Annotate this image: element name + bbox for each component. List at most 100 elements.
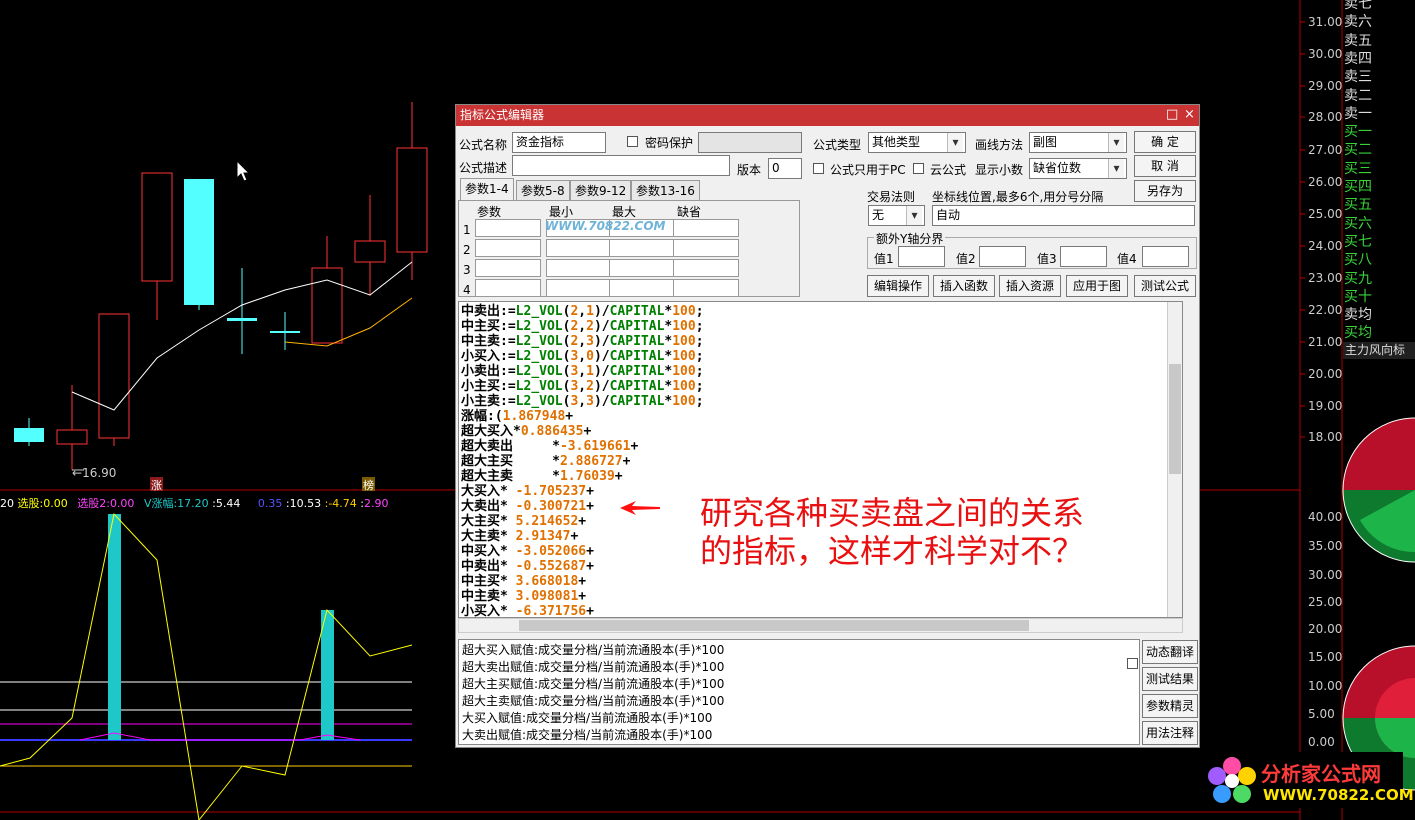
candle[interactable] bbox=[396, 147, 428, 253]
candle[interactable] bbox=[56, 429, 88, 445]
pwd-input[interactable] bbox=[698, 132, 802, 153]
code-hscrollbar[interactable] bbox=[458, 618, 1183, 633]
code-vscrollbar[interactable] bbox=[1167, 302, 1182, 617]
pc-only-checkbox[interactable] bbox=[813, 163, 824, 174]
pwd-checkbox[interactable] bbox=[627, 136, 638, 147]
tab-main-force[interactable]: 主力风向标 bbox=[1343, 342, 1415, 359]
param-cell[interactable] bbox=[546, 239, 612, 257]
indicator-tick: 10.00 bbox=[1308, 679, 1343, 693]
indicator-tick: 30.00 bbox=[1308, 568, 1343, 582]
param-cell[interactable] bbox=[673, 259, 739, 277]
code-line: 涨幅:(1.867948+ bbox=[461, 409, 574, 424]
param-cell[interactable] bbox=[475, 259, 541, 277]
price-tick: 26.00 bbox=[1308, 175, 1343, 189]
indicator-title-bar: 20 选股:0.00 选股2:0.00 V涨幅:17.20 :5.44 0.35… bbox=[0, 495, 389, 511]
candle[interactable] bbox=[184, 179, 214, 305]
indicator-line-yellow bbox=[0, 512, 413, 820]
type-label: 公式类型 bbox=[813, 138, 862, 152]
param-cell[interactable] bbox=[673, 279, 739, 297]
cloud-checkbox[interactable] bbox=[913, 163, 924, 174]
tab-params-5-8[interactable]: 参数5-8 bbox=[516, 180, 570, 200]
red-arrow-icon bbox=[620, 501, 660, 515]
param-wizard-button[interactable]: 参数精灵 bbox=[1142, 694, 1198, 718]
candle[interactable] bbox=[141, 172, 173, 282]
val4-input[interactable] bbox=[1142, 246, 1189, 267]
param-cell[interactable] bbox=[609, 259, 675, 277]
trade-select[interactable]: 无 bbox=[868, 205, 925, 226]
zhang-badge[interactable]: 涨 bbox=[150, 477, 163, 492]
version-input[interactable]: 0 bbox=[768, 158, 802, 179]
indicator-bar[interactable] bbox=[108, 514, 121, 740]
code-line: 大主买* 5.214652+ bbox=[461, 514, 587, 529]
order-level-label: 卖一 bbox=[1344, 105, 1372, 122]
dialog-title-bar[interactable]: 指标公式编辑器 bbox=[456, 105, 1199, 126]
price-tick: 19.00 bbox=[1308, 399, 1343, 413]
val2-input[interactable] bbox=[979, 246, 1026, 267]
price-tick: 25.00 bbox=[1308, 207, 1343, 221]
param-header: 缺省 bbox=[677, 205, 702, 219]
price-tick: 28.00 bbox=[1308, 110, 1343, 124]
ind-value-5: :-4.74 bbox=[324, 497, 357, 510]
tab-params-1-4[interactable]: 参数1-4 bbox=[460, 178, 514, 200]
draw-select[interactable]: 副图 bbox=[1029, 132, 1127, 153]
bang-badge[interactable]: 榜 bbox=[362, 477, 375, 492]
candle[interactable] bbox=[311, 267, 343, 344]
decimals-select[interactable]: 缺省位数 bbox=[1029, 158, 1127, 179]
apply-chart-button[interactable]: 应用于图 bbox=[1066, 275, 1128, 297]
param-cell[interactable] bbox=[609, 279, 675, 297]
name-input[interactable]: 资金指标 bbox=[512, 132, 606, 153]
type-select[interactable]: 其他类型 bbox=[868, 132, 966, 153]
param-cell[interactable] bbox=[546, 259, 612, 277]
axis-input[interactable]: 自动 bbox=[932, 205, 1195, 226]
indicator-tick: 25.00 bbox=[1308, 595, 1343, 609]
code-line: 小卖出:=L2_VOL(3,1)/CAPITAL*100; bbox=[461, 364, 704, 379]
ok-button[interactable]: 确 定 bbox=[1134, 131, 1196, 153]
code-line: 中主买* 3.668018+ bbox=[461, 574, 587, 589]
candle[interactable] bbox=[354, 240, 386, 263]
code-editor[interactable]: 中卖出:=L2_VOL(2,1)/CAPITAL*100; 中主买:=L2_VOL… bbox=[458, 301, 1183, 618]
edit-ops-button[interactable]: 编辑操作 bbox=[867, 275, 929, 297]
xuangu-label: 选股: bbox=[17, 497, 44, 510]
pc-only-label: 公式只用于PC bbox=[830, 163, 906, 177]
tab-params-9-12[interactable]: 参数9-12 bbox=[570, 180, 632, 200]
param-cell[interactable] bbox=[673, 239, 739, 257]
site-logo: 分析家公式网 WWW.70822.COM bbox=[1203, 752, 1414, 808]
formula-editor-dialog: 指标公式编辑器 □ × 公式名称 资金指标 密码保护 公式类型 其他类型 画线方… bbox=[455, 104, 1200, 748]
insert-res-button[interactable]: 插入资源 bbox=[999, 275, 1061, 297]
param-cell[interactable] bbox=[673, 219, 739, 237]
close-icon[interactable]: × bbox=[1184, 107, 1195, 123]
val1-input[interactable] bbox=[898, 246, 945, 267]
money-flow-pie-top bbox=[1342, 417, 1415, 563]
val3-input[interactable] bbox=[1060, 246, 1107, 267]
candle[interactable] bbox=[98, 313, 130, 439]
maximize-icon[interactable]: □ bbox=[1166, 107, 1178, 123]
param-cell[interactable] bbox=[475, 219, 541, 237]
code-line: 大卖出* -0.300721+ bbox=[461, 499, 594, 514]
code-line: 小主买:=L2_VOL(3,2)/CAPITAL*100; bbox=[461, 379, 704, 394]
test-result-button[interactable]: 测试结果 bbox=[1142, 667, 1198, 691]
param-cell[interactable] bbox=[546, 279, 612, 297]
val3-label: 值3 bbox=[1037, 252, 1057, 266]
param-cell[interactable] bbox=[475, 239, 541, 257]
order-level-label: 买七 bbox=[1344, 233, 1372, 250]
low-price-label: ←16.90 bbox=[72, 466, 117, 480]
test-formula-button[interactable]: 测试公式 bbox=[1134, 275, 1196, 297]
code-line: 中卖出* -0.552687+ bbox=[461, 559, 594, 574]
dynamic-translate-button[interactable]: 动态翻译 bbox=[1142, 640, 1198, 664]
usage-notes-button[interactable]: 用法注释 bbox=[1142, 721, 1198, 745]
scroll-thumb[interactable] bbox=[1169, 364, 1181, 474]
price-tick: 20.00 bbox=[1308, 367, 1343, 381]
saveas-button[interactable]: 另存为 bbox=[1134, 180, 1196, 202]
code-line: 小主卖:=L2_VOL(3,3)/CAPITAL*100; bbox=[461, 394, 704, 409]
indicator-bar[interactable] bbox=[321, 610, 334, 740]
logo-url: WWW.70822.COM bbox=[1263, 786, 1414, 804]
cancel-button[interactable]: 取 消 bbox=[1134, 155, 1196, 177]
desc-input[interactable] bbox=[512, 155, 730, 176]
param-cell[interactable] bbox=[475, 279, 541, 297]
tab-params-13-16[interactable]: 参数13-16 bbox=[631, 180, 700, 200]
param-cell[interactable] bbox=[609, 239, 675, 257]
hint-checkbox[interactable] bbox=[1127, 658, 1138, 669]
hscroll-thumb[interactable] bbox=[519, 620, 1029, 631]
insert-func-button[interactable]: 插入函数 bbox=[933, 275, 995, 297]
code-line: 中买入* -3.052066+ bbox=[461, 544, 594, 559]
